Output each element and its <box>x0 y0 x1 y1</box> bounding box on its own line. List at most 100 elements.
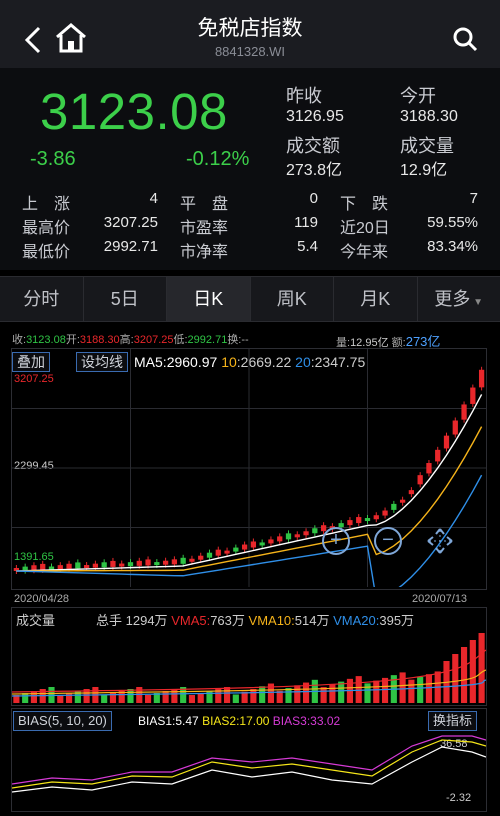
tab-monthly-k[interactable]: 月K <box>334 277 418 321</box>
price-change-pct: -0.12% <box>186 148 250 170</box>
volume-bar-21 <box>197 693 204 703</box>
volume-label: 成交量 <box>400 136 454 156</box>
open-value: 3188.30 <box>79 334 120 346</box>
candle-body-23 <box>215 549 221 556</box>
volume-bar-14 <box>136 687 143 703</box>
vma10-label: VMA10: <box>248 613 295 628</box>
high-value: 3207.25 <box>103 214 158 231</box>
volume-bar-5 <box>57 695 64 703</box>
page-title: 免税店指数 <box>197 17 303 40</box>
candle-body-8 <box>83 565 90 569</box>
volume-bar-25 <box>232 694 239 703</box>
candle-body-39 <box>356 517 362 524</box>
total-value: 1294万 <box>125 613 168 628</box>
candle-body-31 <box>285 533 292 540</box>
candle-body-45 <box>408 490 415 495</box>
tab-weekly-k[interactable]: 周K <box>251 277 334 321</box>
tab-intraday[interactable]: 分时 <box>0 277 84 321</box>
20d-value: 59.55% <box>427 214 478 231</box>
candle-body-7 <box>75 562 81 569</box>
bias3-value: 33.02 <box>310 714 341 728</box>
20d-label: 近20日 <box>340 220 390 237</box>
volume-bar-26 <box>241 691 248 703</box>
volume-bar-2 <box>30 691 38 703</box>
decline-label: 下 跌 <box>340 196 389 213</box>
bias-param-button[interactable]: BIAS(5, 10, 20) <box>13 711 112 731</box>
move-icon[interactable] <box>426 527 454 555</box>
candle-body-2 <box>31 565 37 571</box>
bias2-value: 17.00 <box>239 714 270 728</box>
tab-5day[interactable]: 5日 <box>84 277 167 321</box>
volume-bar-15 <box>144 695 152 703</box>
candle-body-9 <box>92 563 99 568</box>
candle-body-34 <box>312 528 318 534</box>
turnover-label: 成交额 <box>286 136 340 156</box>
candle-body-46 <box>417 475 423 485</box>
top-bar: 免税店指数 8841328.WI <box>0 0 500 68</box>
volume-bar-32 <box>294 685 301 703</box>
volume-bar-31 <box>285 688 292 703</box>
open-label: 今开 <box>400 86 436 106</box>
candle-body-30 <box>277 536 283 542</box>
volume-bar-37 <box>338 681 345 703</box>
advance-value: 4 <box>149 190 158 207</box>
candle-body-12 <box>119 563 125 567</box>
volume-bar-41 <box>373 680 380 703</box>
candle-body-6 <box>66 563 72 569</box>
hand-value: -- <box>241 334 249 346</box>
volume-bar-27 <box>250 689 257 703</box>
close-label: 收: <box>12 334 27 346</box>
volume-bar-42 <box>381 677 389 703</box>
candle-body-14 <box>136 560 142 566</box>
search-icon[interactable] <box>452 26 478 52</box>
vma20-label: VMA20: <box>333 613 380 628</box>
high-label: 最高价 <box>22 220 71 237</box>
switch-indicator-button[interactable]: 换指标 <box>428 711 478 731</box>
tab-daily-k[interactable]: 日K <box>167 277 251 321</box>
ytd-label: 今年来 <box>340 244 389 261</box>
candle-body-26 <box>241 544 248 550</box>
candle-body-11 <box>110 560 116 567</box>
close-value: 3123.08 <box>26 334 66 346</box>
volume-chart <box>12 633 486 703</box>
low-value: 2992.71 <box>103 238 158 255</box>
volume-bar-13 <box>127 689 134 703</box>
period-tabs: 分时 5日 日K 周K 月K 更多 ▼ <box>0 276 500 322</box>
unchanged-value: 0 <box>309 190 318 207</box>
volume-bar-53 <box>478 633 485 703</box>
candle-body-22 <box>206 552 213 558</box>
candle-body-18 <box>171 559 178 565</box>
prev-close-label: 昨收 <box>286 86 322 106</box>
candle-body-33 <box>303 531 309 536</box>
pb-value: 5.4 <box>297 238 318 255</box>
candle-body-40 <box>364 518 371 522</box>
volume-bar-20 <box>188 695 196 703</box>
candle-body-48 <box>435 449 441 462</box>
candle-body-47 <box>426 463 432 474</box>
date-start: 2020/04/28 <box>14 593 70 605</box>
candle-body-20 <box>189 558 195 562</box>
kline-chart[interactable] <box>12 349 486 587</box>
volume-legend: 总手 1294万 VMA5:763万 VMA10:514万 VMA20:395万 <box>96 610 414 629</box>
zoom-out-icon[interactable]: − <box>374 527 402 555</box>
volume-value: 12.9亿 <box>400 162 448 179</box>
last-price: 3123.08 <box>40 83 228 140</box>
bias-chart <box>12 735 486 793</box>
total-label: 总手 <box>96 613 123 628</box>
candle-body-41 <box>373 515 379 520</box>
candle-body-38 <box>347 520 353 526</box>
open-value: 3188.30 <box>400 108 458 125</box>
candle-body-29 <box>268 539 274 544</box>
zoom-in-icon[interactable]: + <box>322 527 350 555</box>
volume-bar-6 <box>65 693 73 703</box>
volume-bar-35 <box>320 687 327 703</box>
chevron-down-icon: ▼ <box>470 297 484 308</box>
candle-body-28 <box>259 542 265 546</box>
candle-body-50 <box>452 420 458 435</box>
hand-label: 换: <box>227 334 242 346</box>
candle-body-53 <box>478 369 485 388</box>
index-code: 8841328.WI <box>214 44 286 59</box>
tab-more[interactable]: 更多 ▼ <box>418 277 500 321</box>
candle-body-17 <box>162 560 169 565</box>
volume-bar-51 <box>460 647 468 703</box>
